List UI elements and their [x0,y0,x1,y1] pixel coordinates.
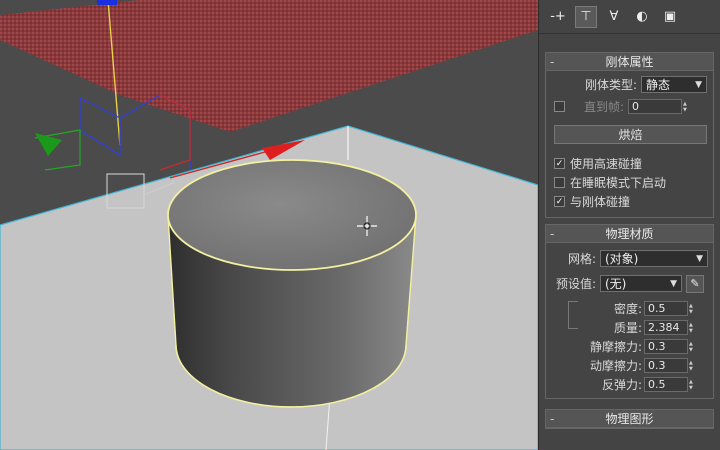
bounce-field[interactable]: 0.5 [644,377,688,392]
mesh-dropdown[interactable]: (对象) ▼ [600,250,708,267]
chevron-down-icon: ▼ [670,278,677,289]
chevron-down-icon: ▼ [696,253,703,264]
static-friction-label: 静摩擦力: [589,340,642,354]
gizmo-y-handle [97,0,117,5]
collide-rigid-label: 与刚体碰撞 [570,195,631,209]
mass-field[interactable]: 2.384 [644,320,688,335]
command-panel-tabs: -+ ⊤ ∀ ◐ ▣ [539,0,720,34]
bounce-spinner[interactable]: 0.5 ▲ ▼ [644,377,697,392]
physics-shape-rollout-header[interactable]: - 物理图形 [546,410,713,428]
collapse-icon: - [550,55,555,69]
physics-shape-rollout: - 物理图形 [545,409,714,429]
eyedropper-icon[interactable]: ✎ [686,274,704,293]
start-sleep-label: 在睡眠模式下启动 [570,176,667,190]
static-friction-spinner[interactable]: 0.3 ▲ ▼ [644,339,697,354]
spinner-arrows-icon[interactable]: ▲ ▼ [683,99,691,114]
rigid-body-type-value: 静态 [646,78,671,92]
chevron-down-icon: ▼ [695,79,702,90]
collide-rigid-checkbox[interactable]: ✓ [554,196,565,207]
spinner-arrows-icon[interactable]: ▲ ▼ [689,301,697,316]
viewport-scene[interactable] [0,0,538,450]
display-tab-icon[interactable]: ▣ [659,6,681,28]
physics-material-rollout: - 物理材质 网格: (对象) ▼ 预设值: (无) ▼ ✎ 密度: 0.5 ▲… [545,224,714,399]
rigid-body-rollout-header[interactable]: - 刚体属性 [546,53,713,71]
mass-spinner[interactable]: 2.384 ▲ ▼ [644,320,697,335]
static-friction-field[interactable]: 0.3 [644,339,688,354]
viewport[interactable] [0,0,538,450]
rigid-body-title: 刚体属性 [605,55,654,69]
bake-button[interactable]: 烘焙 [554,125,707,144]
high-speed-collision-label: 使用高速碰撞 [570,157,643,171]
cylinder-object [167,159,417,408]
physics-shape-title: 物理图形 [605,412,654,426]
until-frame-spinner[interactable]: 0 ▲ ▼ [628,99,691,114]
physics-material-rollout-header[interactable]: - 物理材质 [546,225,713,243]
density-spinner[interactable]: 0.5 ▲ ▼ [644,301,697,316]
spinner-arrows-icon[interactable]: ▲ ▼ [689,339,697,354]
hierarchy-tab-icon[interactable]: ∀ [603,6,625,28]
dynamic-friction-label: 动摩擦力: [589,359,642,373]
density-label: 密度: [613,302,642,316]
high-speed-collision-checkbox[interactable]: ✓ [554,158,565,169]
until-frame-checkbox[interactable] [554,101,565,112]
dynamic-friction-spinner[interactable]: 0.3 ▲ ▼ [644,358,697,373]
modify-tab-icon[interactable]: ⊤ [575,5,597,28]
mesh-value: (对象) [605,252,639,266]
rigid-body-type-label: 刚体类型: [584,78,637,92]
create-tab-icon[interactable]: -+ [547,6,569,28]
until-frame-field[interactable]: 0 [628,99,683,114]
rigid-body-rollout: - 刚体属性 刚体类型: 静态 ▼ 直到帧: 0 ▲ ▼ 烘焙 ✓ 使用高速碰撞… [545,52,714,218]
preset-value: (无) [605,277,627,291]
bounce-label: 反弹力: [601,378,642,392]
spinner-arrows-icon[interactable]: ▲ ▼ [689,377,697,392]
mesh-label: 网格: [567,252,596,266]
dynamic-friction-field[interactable]: 0.3 [644,358,688,373]
collapse-icon: - [550,412,555,426]
start-sleep-checkbox[interactable] [554,177,565,188]
physics-material-title: 物理材质 [605,227,654,241]
command-panel: -+ ⊤ ∀ ◐ ▣ - 刚体属性 刚体类型: 静态 ▼ 直到帧: 0 ▲ ▼ … [538,0,720,450]
preset-dropdown[interactable]: (无) ▼ [600,275,682,292]
spinner-arrows-icon[interactable]: ▲ ▼ [689,320,697,335]
spinner-arrows-icon[interactable]: ▲ ▼ [689,358,697,373]
motion-tab-icon[interactable]: ◐ [631,6,653,28]
rigid-body-type-dropdown[interactable]: 静态 ▼ [641,76,707,93]
density-field[interactable]: 0.5 [644,301,688,316]
preset-label: 预设值: [555,277,596,291]
collapse-icon: - [550,227,555,241]
until-frame-label: 直到帧: [584,100,625,114]
mass-label: 质量: [613,321,642,335]
